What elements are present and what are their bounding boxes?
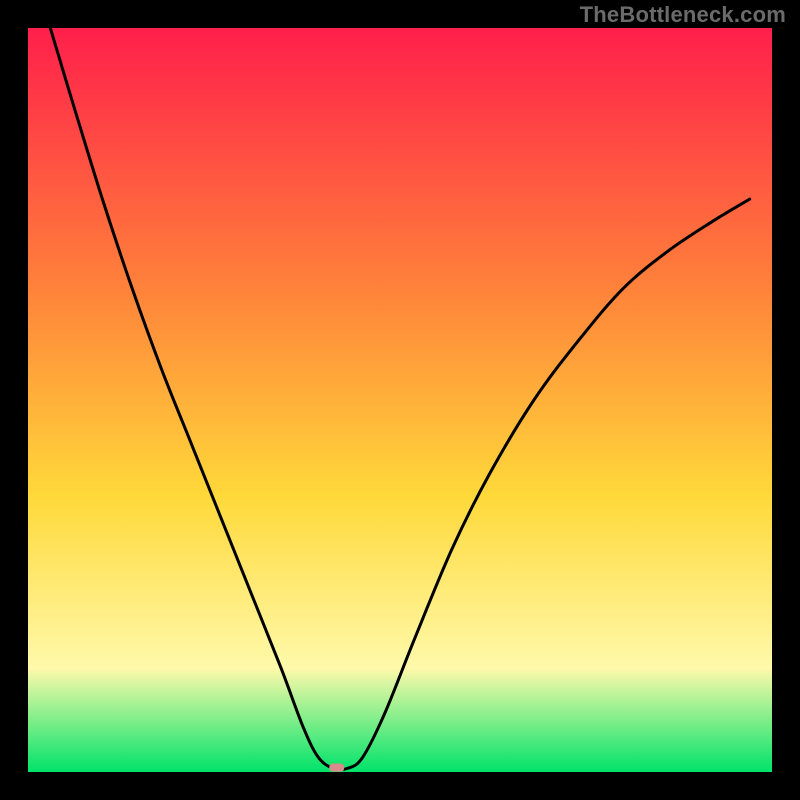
watermark-text: TheBottleneck.com — [580, 2, 786, 28]
chart-gradient-area — [28, 28, 772, 772]
bottleneck-chart — [0, 0, 800, 800]
minimum-marker — [329, 763, 344, 771]
